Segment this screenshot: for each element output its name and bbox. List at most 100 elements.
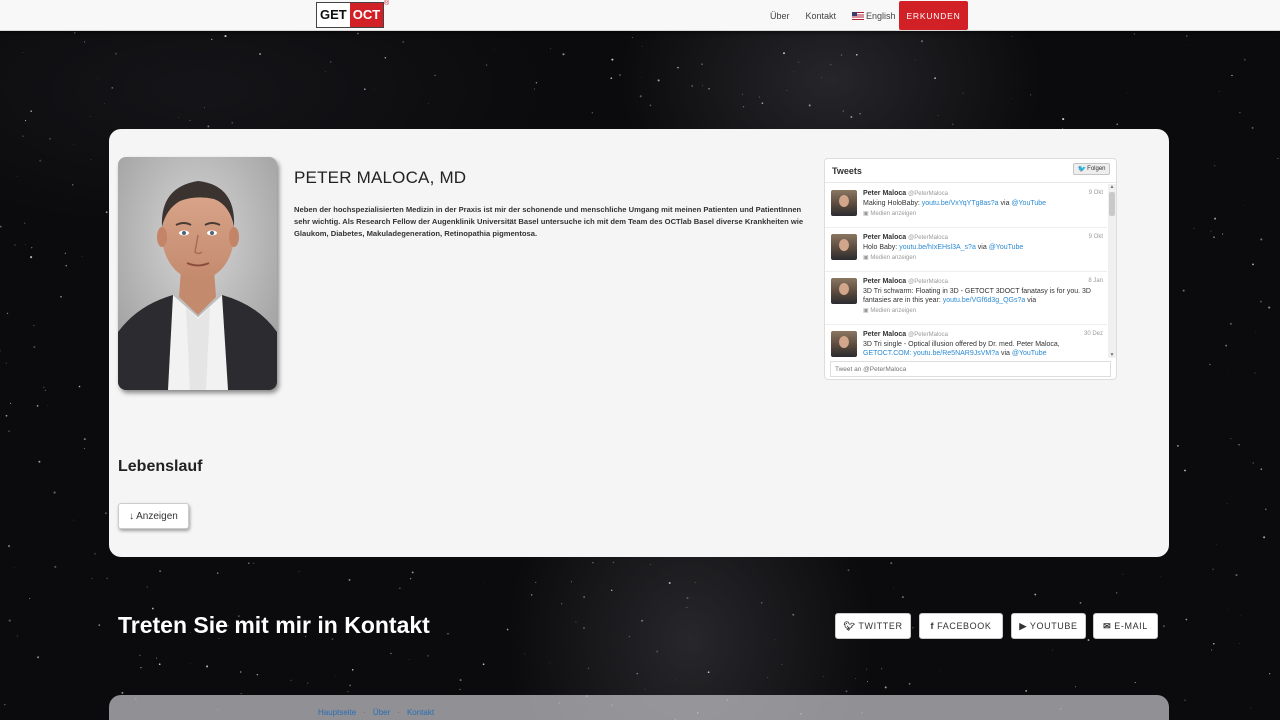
twitter-follow-label: Folgen	[1087, 166, 1106, 172]
profile-photo	[118, 157, 277, 390]
tweet-list[interactable]: Peter Maloca @PeterMaloca 9 Okt Making H…	[825, 184, 1107, 358]
profile-card: PETER MALOCA, MD Neben der hochspezialis…	[109, 129, 1169, 557]
envelope-icon: ✉	[1103, 620, 1112, 631]
tweet-author-handle: @PeterMaloca	[908, 191, 948, 197]
tweet-author[interactable]: Peter Maloca @PeterMaloca	[863, 190, 948, 197]
tweet-author-handle: @PeterMaloca	[908, 279, 948, 285]
tweet-text-pre: 3D Tri single - Optical illusion offered…	[863, 341, 1060, 348]
tweet-date[interactable]: 9 Okt	[1089, 234, 1103, 240]
tweet-show-media[interactable]: ▣ Medien anzeigen	[863, 307, 916, 314]
twitter-follow-button[interactable]: 🐦 Folgen	[1073, 163, 1110, 175]
tweet-compose-input[interactable]	[830, 361, 1111, 377]
tweet-author[interactable]: Peter Maloca @PeterMaloca	[863, 234, 948, 241]
tweet-mention-link[interactable]: @YouTube	[1011, 200, 1046, 207]
tweet-link[interactable]: youtu.be/hIxEHsl3A_s?a	[899, 244, 976, 251]
tweet-link[interactable]: youtu.be/VGf6d3g_QGs?a	[943, 297, 1026, 304]
tweet-text-mid: via	[998, 200, 1012, 207]
tweet-author-handle: @PeterMaloca	[908, 332, 948, 338]
top-navbar: GET OCT ® Über Kontakt English ERKUNDEN	[0, 0, 1280, 31]
facebook-button-label: FACEBOOK	[937, 621, 992, 631]
tweet-author-name: Peter Maloca	[863, 234, 907, 241]
contact-heading: Treten Sie mit mir in Kontakt	[118, 612, 430, 638]
twitter-button[interactable]: 🐦︎ TWITTER	[835, 613, 911, 639]
tweet-text: 3D Tri schwarm: Floating in 3D - GETOCT …	[863, 287, 1101, 305]
tweet-link[interactable]: GETOCT.COM: youtu.be/Re5NAR9JsVM?a	[863, 350, 999, 357]
arrow-down-icon: ↓	[129, 510, 135, 522]
profile-bio: Neben der hochspezialisierten Medizin in…	[294, 205, 804, 238]
tweet-link[interactable]: youtu.be/VxYqYTg8as?a	[922, 200, 999, 207]
nav-link-kontakt[interactable]: Kontakt	[806, 11, 837, 21]
footer: Hauptseite · Über · Kontakt	[109, 695, 1169, 720]
tweet-avatar[interactable]	[831, 278, 857, 304]
footer-link-kontakt[interactable]: Kontakt	[407, 708, 434, 717]
tweet-mention-link[interactable]: @YouTube	[1012, 350, 1047, 357]
youtube-icon: ▶	[1019, 620, 1027, 631]
tweet-show-media[interactable]: ▣ Medien anzeigen	[863, 210, 916, 217]
scroll-up-icon[interactable]: ▲	[1108, 184, 1116, 190]
getoct-logo[interactable]: GET OCT ®	[316, 0, 389, 28]
tweet-author-name: Peter Maloca	[863, 278, 907, 285]
logo-get-text: GET	[317, 3, 350, 27]
tweet-show-media-label: Medien anzeigen	[870, 211, 917, 217]
tweet-list-scrollbar[interactable]: ▲ ▼	[1108, 184, 1116, 358]
tweet-text: Holo Baby: youtu.be/hIxEHsl3A_s?a via @Y…	[863, 243, 1101, 252]
tweet-item[interactable]: Peter Maloca @PeterMaloca 9 Okt Holo Bab…	[825, 228, 1107, 272]
tweet-text: 3D Tri single - Optical illusion offered…	[863, 340, 1101, 358]
logo-registered-mark: ®	[384, 0, 390, 7]
footer-separator: ·	[363, 708, 366, 717]
footer-link-ueber[interactable]: Über	[373, 708, 390, 717]
tweet-show-media-label: Medien anzeigen	[870, 255, 917, 261]
tweet-avatar[interactable]	[831, 190, 857, 216]
tweet-item[interactable]: Peter Maloca @PeterMaloca 9 Okt Making H…	[825, 184, 1107, 228]
tweet-item[interactable]: Peter Maloca @PeterMaloca 8 Jan 3D Tri s…	[825, 272, 1107, 325]
tweet-author-name: Peter Maloca	[863, 190, 907, 197]
footer-links: Hauptseite · Über · Kontakt	[318, 708, 434, 717]
tweet-date[interactable]: 8 Jan	[1088, 278, 1103, 284]
erkunden-button[interactable]: ERKUNDEN	[899, 1, 968, 30]
tweet-mention-link[interactable]: @YouTube	[989, 244, 1024, 251]
tweet-text-pre: Making HoloBaby:	[863, 200, 922, 207]
profile-name: PETER MALOCA, MD	[294, 168, 467, 187]
show-cv-button[interactable]: ↓ Anzeigen	[118, 503, 189, 529]
twitter-bird-icon: 🐦	[1077, 166, 1087, 173]
cv-heading: Lebenslauf	[118, 458, 203, 475]
scroll-down-icon[interactable]: ▼	[1108, 352, 1116, 358]
tweet-text-pre: Holo Baby:	[863, 244, 900, 251]
twitter-widget-header: Tweets 🐦 Folgen	[825, 159, 1116, 183]
tweet-avatar[interactable]	[831, 234, 857, 260]
language-label: English	[866, 10, 896, 21]
scrollbar-thumb[interactable]	[1109, 192, 1115, 216]
tweet-author[interactable]: Peter Maloca @PeterMaloca	[863, 331, 948, 338]
footer-link-hauptseite[interactable]: Hauptseite	[318, 708, 356, 717]
show-cv-label: Anzeigen	[136, 510, 178, 522]
tweet-text-mid: via	[1025, 297, 1037, 304]
twitter-widget-title: Tweets	[832, 166, 862, 176]
tweet-date[interactable]: 9 Okt	[1089, 190, 1103, 196]
tweet-text: Making HoloBaby: youtu.be/VxYqYTg8as?a v…	[863, 199, 1101, 208]
tweet-date[interactable]: 30 Dez	[1084, 331, 1103, 337]
nav-links: Über Kontakt English	[770, 0, 905, 31]
email-button[interactable]: ✉ E-MAIL	[1093, 613, 1158, 639]
tweet-author-name: Peter Maloca	[863, 331, 907, 338]
twitter-timeline-widget: Tweets 🐦 Folgen Peter Maloca @PeterMaloc…	[824, 158, 1117, 380]
facebook-icon: f	[930, 621, 935, 631]
twitter-icon: 🐦︎	[843, 620, 856, 631]
tweet-text-mid: via	[975, 244, 989, 251]
tweet-item[interactable]: Peter Maloca @PeterMaloca 30 Dez 3D Tri …	[825, 325, 1107, 358]
tweet-author-handle: @PeterMaloca	[908, 235, 948, 241]
email-button-label: E-MAIL	[1114, 621, 1148, 631]
tweet-avatar[interactable]	[831, 331, 857, 357]
twitter-button-label: TWITTER	[858, 621, 903, 631]
nav-link-ueber[interactable]: Über	[770, 11, 790, 21]
facebook-button[interactable]: f FACEBOOK	[919, 613, 1003, 639]
tweet-text-mid: via	[999, 350, 1012, 357]
us-flag-icon	[852, 11, 865, 20]
tweet-show-media[interactable]: ▣ Medien anzeigen	[863, 254, 916, 261]
logo-oct-text: OCT	[349, 3, 384, 27]
youtube-button-label: YOUTUBE	[1029, 621, 1078, 631]
language-selector[interactable]: English	[852, 11, 896, 21]
youtube-button[interactable]: ▶ YOUTUBE	[1011, 613, 1086, 639]
tweet-author[interactable]: Peter Maloca @PeterMaloca	[863, 278, 948, 285]
footer-separator: ·	[397, 708, 400, 717]
tweet-show-media-label: Medien anzeigen	[870, 308, 917, 314]
